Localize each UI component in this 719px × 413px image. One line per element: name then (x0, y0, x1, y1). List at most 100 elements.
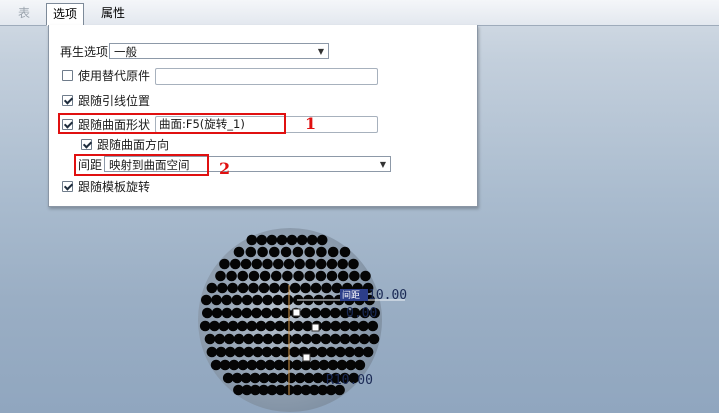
pattern-point (337, 258, 349, 270)
pattern-point (282, 270, 293, 282)
pattern-point (292, 246, 304, 258)
follow-template-rotation-checkbox[interactable] (62, 181, 73, 192)
pattern-point (360, 270, 371, 282)
pattern-point (262, 294, 273, 306)
pattern-point (283, 258, 295, 270)
pattern-point (330, 333, 341, 345)
pattern-point (330, 307, 341, 319)
pattern-point (293, 320, 304, 332)
pattern-point (211, 294, 222, 306)
pattern-point (240, 258, 252, 270)
pattern-point (248, 282, 259, 294)
pattern-point (304, 270, 316, 282)
chevron-down-icon: ▼ (379, 160, 386, 169)
pattern-point (289, 346, 300, 358)
pattern-point (230, 258, 241, 270)
pattern-point (224, 333, 235, 345)
pattern-point (326, 270, 338, 282)
pattern-point (234, 346, 245, 358)
pattern-point (301, 333, 312, 345)
pattern-point (306, 234, 318, 246)
pattern-point (353, 346, 365, 358)
drag-handle[interactable] (292, 308, 301, 317)
pattern-point (215, 346, 227, 358)
follow-leader-checkbox[interactable] (62, 95, 73, 106)
pattern-point (227, 282, 238, 294)
pattern-point (269, 282, 280, 294)
pattern-point (245, 246, 257, 258)
drag-handle[interactable] (302, 353, 311, 362)
pattern-point (359, 333, 370, 345)
pattern-point (305, 258, 316, 270)
annotation-number-1: 1 (305, 114, 317, 133)
highlight-box-1 (58, 113, 286, 134)
use-replacement-checkbox[interactable] (62, 70, 73, 81)
pattern-point (237, 282, 249, 294)
pattern-point (204, 333, 216, 345)
pattern-point (226, 270, 237, 282)
pattern-point (262, 258, 273, 270)
pattern-point (320, 333, 332, 345)
follow-template-rotation-label: 跟随模板旋转 (78, 180, 151, 194)
pattern-point (261, 307, 272, 319)
pattern-point (227, 320, 239, 332)
dimension-value-1[interactable]: 10.00 (368, 288, 407, 303)
pattern-point (337, 270, 349, 282)
pattern-point (221, 307, 233, 319)
pattern-point (243, 346, 254, 358)
pattern-point (315, 270, 327, 282)
regen-dropdown[interactable]: 一般 ▼ (109, 43, 329, 59)
pattern-point (293, 270, 304, 282)
pattern-point (348, 258, 359, 270)
pattern-point (231, 294, 243, 306)
pattern-point (258, 282, 270, 294)
pattern-point (233, 246, 245, 258)
options-panel: 再生选项 一般 ▼ 使用替代原件 跟随引线位置 跟随曲面形状 曲面:F5(旋转_… (48, 25, 478, 207)
pattern-point (348, 320, 360, 332)
pattern-point (243, 333, 254, 345)
pattern-point (219, 258, 230, 270)
chevron-down-icon: ▼ (317, 47, 324, 56)
pattern-point (286, 234, 298, 246)
use-replacement-label: 使用替代原件 (78, 69, 151, 83)
pattern-point (339, 320, 351, 332)
dimension-value-2[interactable]: 0.00 (346, 306, 377, 321)
pattern-point (215, 270, 226, 282)
pattern-point (202, 307, 213, 319)
pattern-point (206, 346, 218, 358)
pattern-point (255, 320, 267, 332)
pattern-point (330, 320, 341, 332)
dimension-value-3[interactable]: R10.00 (326, 373, 373, 388)
pattern-point (349, 270, 360, 282)
pattern-point (272, 333, 283, 345)
pattern-point (300, 282, 311, 294)
pattern-point (237, 320, 248, 332)
highlight-box-2 (74, 154, 209, 176)
pattern-point (209, 320, 220, 332)
drag-handle[interactable] (311, 323, 320, 332)
pattern-point (257, 246, 268, 258)
pattern-point (280, 307, 292, 319)
pattern-point (368, 333, 380, 345)
pattern-point (349, 333, 361, 345)
pattern-point (344, 346, 356, 358)
pattern-point (251, 307, 262, 319)
pattern-point (272, 294, 284, 306)
pattern-point (316, 346, 328, 358)
dimension-label: 间距 (342, 289, 360, 301)
follow-leader-label: 跟随引线位置 (78, 94, 151, 108)
pattern-point (225, 346, 236, 358)
pattern-point (274, 320, 286, 332)
annotation-number-2: 2 (219, 159, 231, 178)
pattern-point (273, 258, 284, 270)
replacement-field[interactable] (155, 68, 378, 85)
pattern-point (320, 307, 331, 319)
regen-label: 再生选项 (60, 45, 109, 59)
pattern-point (251, 294, 263, 306)
pattern-point (218, 320, 230, 332)
pattern-point (276, 234, 288, 246)
follow-surface-direction-checkbox[interactable] (81, 139, 92, 150)
pattern-point (310, 307, 321, 319)
pattern-point (354, 359, 366, 371)
pattern-point (214, 333, 225, 345)
